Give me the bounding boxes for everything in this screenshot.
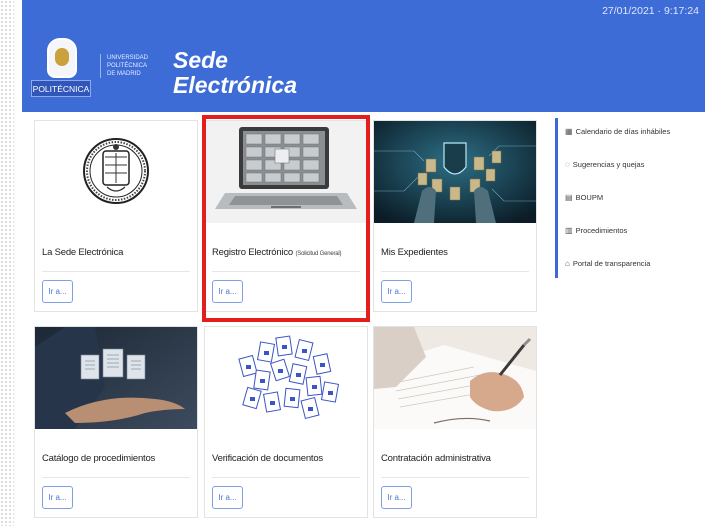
dotted-margin [0, 0, 14, 526]
university-name-line: UNIVERSIDAD [107, 55, 149, 61]
sidebar-item-transparencia[interactable]: ⌂ Portal de transparencia [565, 259, 650, 268]
go-button[interactable]: Ir a... [212, 280, 243, 303]
tile-title-text: Verificación de documentos [212, 453, 323, 464]
document-icon: ▤ [565, 193, 573, 202]
building-icon: ⌂ [565, 259, 570, 268]
tile-catalogo-procedimientos[interactable]: Catálogo de procedimientos Ir a... [34, 326, 198, 518]
go-button[interactable]: Ir a... [381, 486, 412, 509]
site-title-line1: Sede [173, 47, 228, 73]
sidebar-item-label: BOUPM [575, 193, 604, 202]
tile-subtitle: (Solicitud General) [295, 251, 342, 257]
locked-documents-image [205, 327, 367, 429]
logo-wordmark: POLITÉCNICA [31, 80, 91, 97]
site-title[interactable]: Sede Electrónica [173, 48, 297, 98]
tile-title-text: Mis Expedientes [381, 247, 448, 258]
tile-title-text: Registro Electrónico [212, 247, 294, 258]
sidebar-item-label: Procedimientos [575, 226, 628, 235]
sidebar-item-label: Calendario de días inhábiles [575, 127, 671, 136]
laptop-files-image [205, 121, 367, 223]
divider [42, 477, 190, 478]
tile-registro-electronico[interactable]: Registro Electrónico (Solicitud General)… [204, 120, 368, 312]
upm-crest-icon [47, 38, 77, 78]
upm-logo[interactable]: POLITÉCNICA [31, 38, 91, 100]
sidebar-item-label: Portal de transparencia [572, 259, 651, 268]
university-name-line: DE MADRID [107, 71, 141, 77]
tile-sede-electronica[interactable]: La Sede Electrónica Ir a... [34, 120, 198, 312]
divider [42, 271, 190, 272]
divider [212, 271, 360, 272]
go-button[interactable]: Ir a... [42, 280, 73, 303]
tile-verificacion-documentos[interactable]: Verificación de documentos Ir a... [204, 326, 368, 518]
tile-title: Catálogo de procedimientos [42, 453, 194, 464]
signing-contract-image [374, 327, 536, 429]
divider [381, 271, 529, 272]
go-button[interactable]: Ir a... [42, 486, 73, 509]
sidebar: ▦ Calendario de días inhábiles ◌ Sugerenci… [555, 118, 703, 278]
divider [212, 477, 360, 478]
hand-documents-image [35, 327, 197, 429]
site-title-line2: Electrónica [173, 72, 297, 98]
tile-contratacion-administrativa[interactable]: Contratación administrativa Ir a... [373, 326, 537, 518]
go-button[interactable]: Ir a... [381, 280, 412, 303]
sidebar-item-label: Sugerencias y quejas [572, 160, 645, 169]
sidebar-item-calendario[interactable]: ▦ Calendario de días inhábiles [565, 127, 670, 136]
tile-mis-expedientes[interactable]: Mis Expedientes Ir a... [373, 120, 537, 312]
tile-title-text: La Sede Electrónica [42, 247, 124, 258]
tile-title-text: Catálogo de procedimientos [42, 453, 156, 464]
upm-seal-image [35, 121, 197, 223]
go-button[interactable]: Ir a... [212, 486, 243, 509]
sidebar-item-boupm[interactable]: ▤ BOUPM [565, 193, 603, 202]
divider [381, 477, 529, 478]
page-header: 27/01/2021 · 9:17:24 POLITÉCNICA UNIVERS… [22, 0, 705, 112]
comment-icon: ◌ [565, 160, 570, 169]
list-icon: ▥ [565, 226, 573, 235]
digital-files-image [374, 121, 536, 223]
tile-title: Registro Electrónico (Solicitud General) [212, 247, 364, 258]
university-name: UNIVERSIDAD POLITÉCNICA DE MADRID [100, 54, 167, 78]
tile-title: La Sede Electrónica [42, 247, 194, 258]
sidebar-item-procedimientos[interactable]: ▥ Procedimientos [565, 226, 627, 235]
calendar-icon: ▦ [565, 127, 573, 136]
tile-title: Verificación de documentos [212, 453, 364, 464]
university-name-line: POLITÉCNICA [107, 63, 148, 69]
tile-title-text: Contratación administrativa [381, 453, 491, 464]
tile-title: Contratación administrativa [381, 453, 533, 464]
datetime-display: 27/01/2021 · 9:17:24 [602, 5, 699, 17]
tile-title: Mis Expedientes [381, 247, 533, 258]
sidebar-item-sugerencias[interactable]: ◌ Sugerencias y quejas [565, 160, 644, 169]
